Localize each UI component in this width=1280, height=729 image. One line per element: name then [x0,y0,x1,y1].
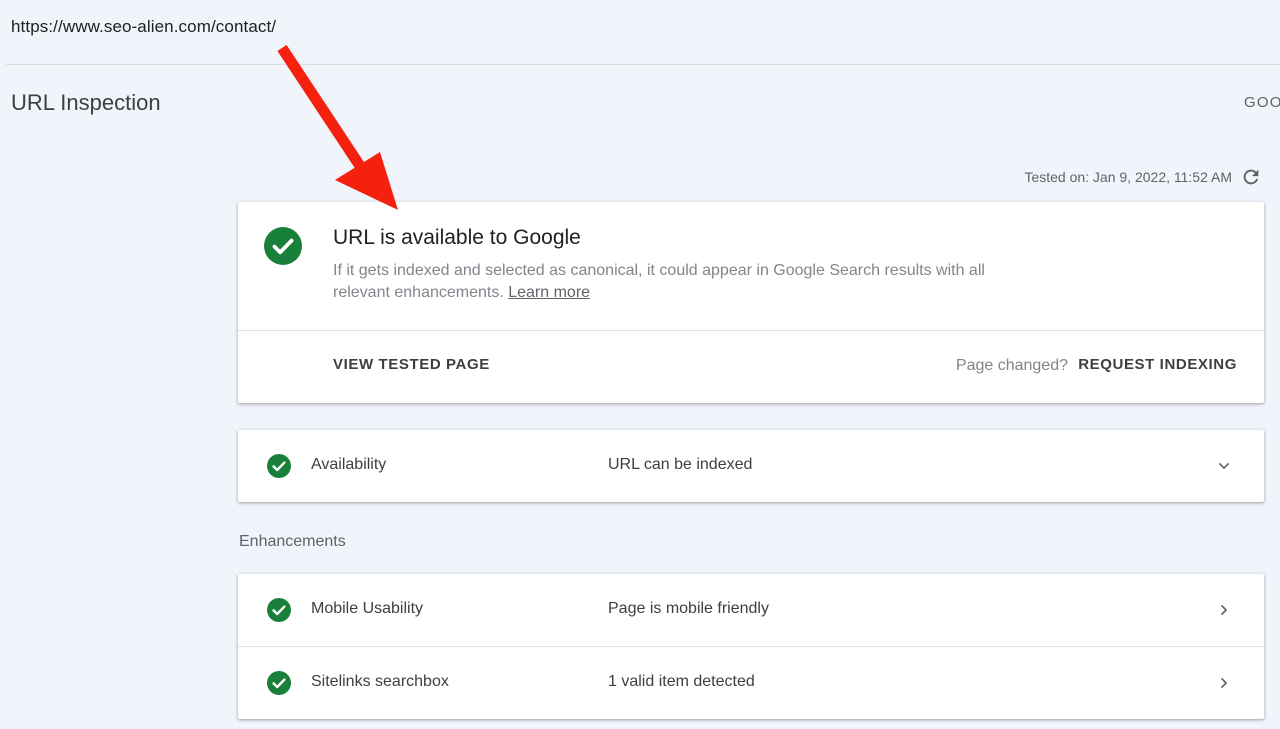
check-circle-icon [267,598,291,622]
tested-on-text: Tested on: Jan 9, 2022, 11:52 AM [1024,169,1232,185]
enhancement-label: Mobile Usability [311,600,424,617]
page-title: URL Inspection [11,90,161,115]
inspected-url[interactable]: https://www.seo-alien.com/contact/ [11,17,276,37]
check-circle-icon [264,227,302,265]
status-heading: URL is available to Google [333,226,581,249]
url-inspection-screen: https://www.seo-alien.com/contact/ URL I… [0,0,1280,729]
availability-row[interactable]: Availability URL can be indexed [238,430,1264,502]
view-tested-page-button[interactable]: VIEW TESTED PAGE [333,356,490,373]
status-description-text: If it gets indexed and selected as canon… [333,262,985,301]
check-circle-icon [267,454,291,478]
request-indexing-button[interactable]: REQUEST INDEXING [1078,356,1237,373]
status-card: URL is available to Google If it gets in… [238,202,1264,403]
availability-card: Availability URL can be indexed [238,430,1264,502]
chevron-right-icon[interactable] [1214,673,1234,693]
status-summary: URL is available to Google If it gets in… [238,202,1264,330]
enhancement-value: 1 valid item detected [608,673,755,690]
chevron-down-icon[interactable] [1214,456,1234,476]
enhancement-label: Sitelinks searchbox [311,673,449,690]
enhancement-value: Page is mobile friendly [608,600,769,617]
google-index-tab[interactable]: GOOGLE INDEX [1244,94,1280,111]
enhancement-row-sitelinks-searchbox[interactable]: Sitelinks searchbox 1 valid item detecte… [238,646,1264,718]
check-circle-icon [267,671,291,695]
status-actions: VIEW TESTED PAGE Page changed? REQUEST I… [238,331,1264,403]
availability-label: Availability [311,456,387,473]
tested-on-row: Tested on: Jan 9, 2022, 11:52 AM [1024,166,1262,188]
learn-more-link[interactable]: Learn more [508,284,590,301]
status-description: If it gets indexed and selected as canon… [333,260,993,304]
header-divider [6,64,1280,65]
enhancements-section-label: Enhancements [239,533,346,550]
enhancement-row-mobile-usability[interactable]: Mobile Usability Page is mobile friendly [238,574,1264,646]
enhancements-card: Mobile Usability Page is mobile friendly… [238,574,1264,719]
availability-value: URL can be indexed [608,456,753,473]
refresh-icon[interactable] [1240,166,1262,188]
chevron-right-icon[interactable] [1214,600,1234,620]
page-changed-label: Page changed? [955,357,1068,374]
